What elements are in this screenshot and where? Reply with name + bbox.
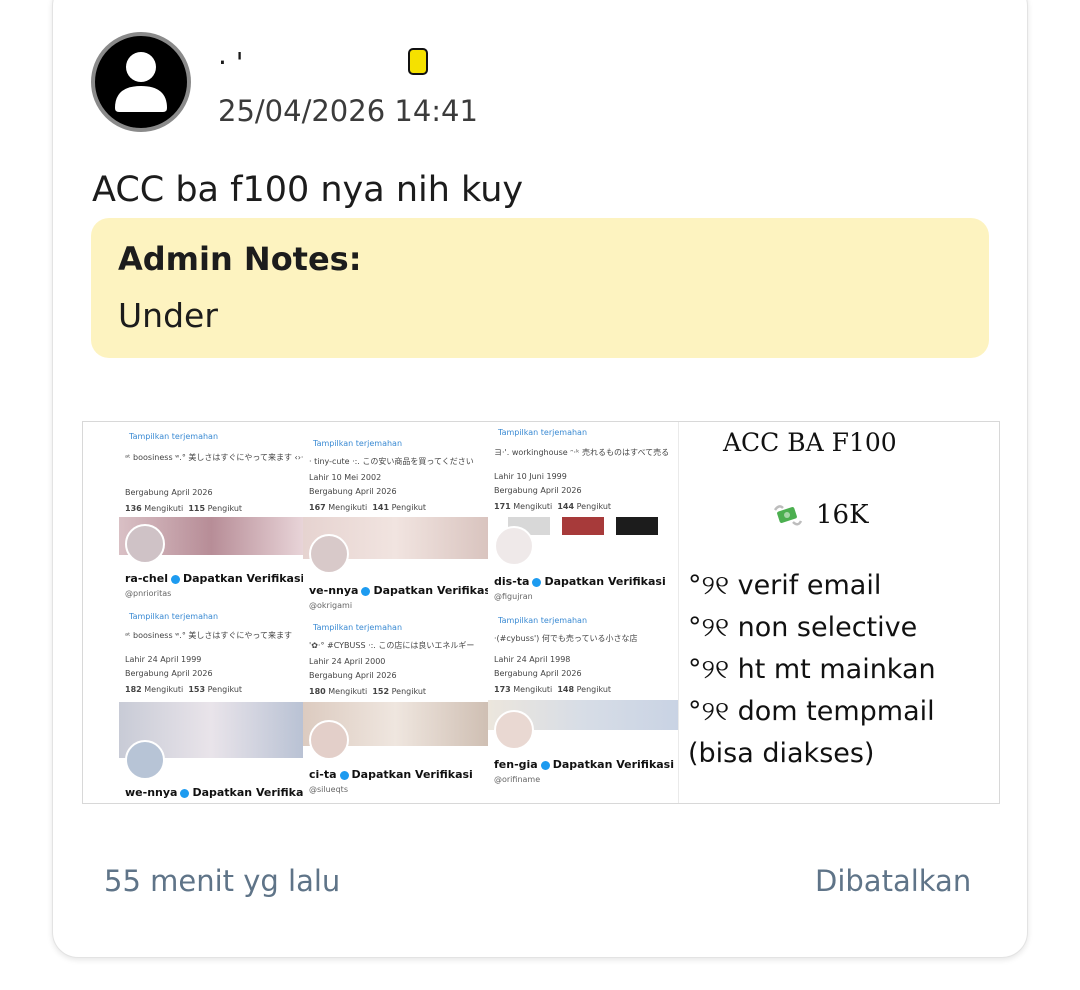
profile-picture: [309, 534, 349, 574]
promo-feature: (bisa diakses): [688, 738, 875, 769]
translate-link: Tampilkan terjemahan: [498, 428, 588, 437]
profile-banner: [562, 517, 604, 535]
profile-born: Lahir 10 Mei 2002: [309, 473, 382, 482]
profile-name: ra-chel Dapatkan Verifikasi: [125, 572, 304, 585]
promo-feature: °୨୧ verif email: [688, 570, 882, 601]
translate-link: Tampilkan terjemahan: [313, 439, 403, 448]
promo-feature: °୨୧ non selective: [688, 612, 918, 643]
profile-joined: Bergabung April 2026: [494, 486, 582, 495]
verified-check-icon: [540, 760, 550, 770]
profile-handle: @silueqts: [309, 785, 348, 794]
profile-name: fen-gia Dapatkan Verifikasi: [494, 758, 675, 771]
promo-price: 16K: [816, 500, 869, 530]
post-text: ACC ba f100 nya nih kuy: [92, 170, 524, 210]
profile-stats: 180 Mengikuti 152 Pengikut: [309, 687, 427, 696]
verified-check-icon: [361, 586, 371, 596]
profile-joined: Bergabung April 2026: [309, 487, 397, 496]
money-with-wings-icon: [773, 505, 803, 526]
profile-handle: @figujran: [494, 592, 533, 601]
profile-column-2: Tampilkan terjemahan · tiny-cute ·:. この安…: [303, 422, 489, 803]
profile-bio: '✿·° #CYBUSS ·:. この店には良いエネルギー: [309, 641, 475, 650]
username[interactable]: · ': [218, 46, 244, 79]
admin-notes-title: Admin Notes:: [118, 240, 362, 278]
verified-check-icon: [532, 577, 542, 587]
profile-born: Lahir 24 April 1999: [125, 655, 202, 664]
profile-picture: [494, 526, 534, 566]
attachment-image[interactable]: Tampilkan terjemahan ᵃᵗ boosiness ʷ.° 美し…: [82, 421, 1000, 804]
profile-handle: @pnrioritas: [125, 589, 172, 598]
translate-link: Tampilkan terjemahan: [129, 432, 219, 441]
profile-picture: [309, 720, 349, 760]
profile-picture: [125, 524, 165, 564]
profile-stats: 136 Mengikuti 115 Pengikut: [125, 504, 243, 513]
translate-link: Tampilkan terjemahan: [129, 612, 219, 621]
user-avatar-icon[interactable]: [91, 32, 191, 132]
profile-born: Lahir 24 April 1998: [494, 655, 571, 664]
profile-born: Lahir 24 April 2000: [309, 657, 386, 666]
profile-joined: Bergabung April 2026: [125, 488, 213, 497]
profile-name: ci-ta Dapatkan Verifikasi: [309, 768, 473, 781]
profile-joined: Bergabung April 2026: [494, 669, 582, 678]
translate-link: Tampilkan terjemahan: [313, 623, 403, 632]
promo-feature: °୨୧ dom tempmail: [688, 696, 935, 727]
profile-name: ve-nnya Dapatkan Verifikasi: [309, 584, 489, 597]
profile-stats: 171 Mengikuti 144 Pengikut: [494, 502, 612, 511]
verified-check-icon: [180, 788, 190, 798]
profile-bio: ᵃᵗ boosiness ʷ.° 美しさはすぐにやって来ます: [125, 631, 292, 640]
admin-notes-box: Admin Notes: Under: [91, 218, 989, 358]
profile-banner: [616, 517, 658, 535]
profile-bio: ヨ·'. workinghouse ᵔ·ᵏ 売れるものはすべて売る: [494, 448, 670, 457]
profile-column-1: Tampilkan terjemahan ᵃᵗ boosiness ʷ.° 美し…: [83, 422, 304, 803]
promo-feature: °୨୧ ht mt mainkan: [688, 654, 936, 685]
profile-picture: [125, 740, 165, 780]
profile-bio: · tiny-cute ·:. この安い商品を買ってください: [309, 457, 474, 466]
profile-bio: ·(#cybuss') 何でも売っている小さな店: [494, 634, 638, 643]
profile-stats: 182 Mengikuti 153 Pengikut: [125, 685, 243, 694]
verified-check-icon: [171, 574, 180, 584]
promo-title: ACC BA F100: [723, 428, 897, 457]
verified-check-icon: [339, 770, 349, 780]
profile-stats: 173 Mengikuti 148 Pengikut: [494, 685, 612, 694]
profile-name: we-nnya Dapatkan Verifikasi: [125, 786, 304, 799]
profile-picture: [494, 710, 534, 750]
profile-stats: 167 Mengikuti 141 Pengikut: [309, 503, 427, 512]
admin-notes-body: Under: [118, 296, 218, 335]
profile-handle: @orifiname: [494, 775, 541, 784]
profile-column-3: Tampilkan terjemahan ヨ·'. workinghouse ᵔ…: [488, 422, 679, 803]
yellow-badge-icon: [408, 48, 428, 75]
translate-link: Tampilkan terjemahan: [498, 616, 588, 625]
profile-joined: Bergabung April 2026: [125, 669, 213, 678]
profile-handle: @okrigami: [309, 601, 353, 610]
post-timestamp: 25/04/2026 14:41: [218, 94, 478, 128]
profile-joined: Bergabung April 2026: [309, 671, 397, 680]
profile-bio: ᵃᵗ boosiness ʷ.° 美しさはすぐにやって来ます ‹›·: [125, 453, 304, 462]
status-label: Dibatalkan: [815, 864, 972, 898]
post-time-ago: 55 menit yg lalu: [104, 864, 341, 898]
profile-born: Lahir 10 Juni 1999: [494, 472, 567, 481]
profile-name: dis-ta Dapatkan Verifikasi: [494, 575, 666, 588]
